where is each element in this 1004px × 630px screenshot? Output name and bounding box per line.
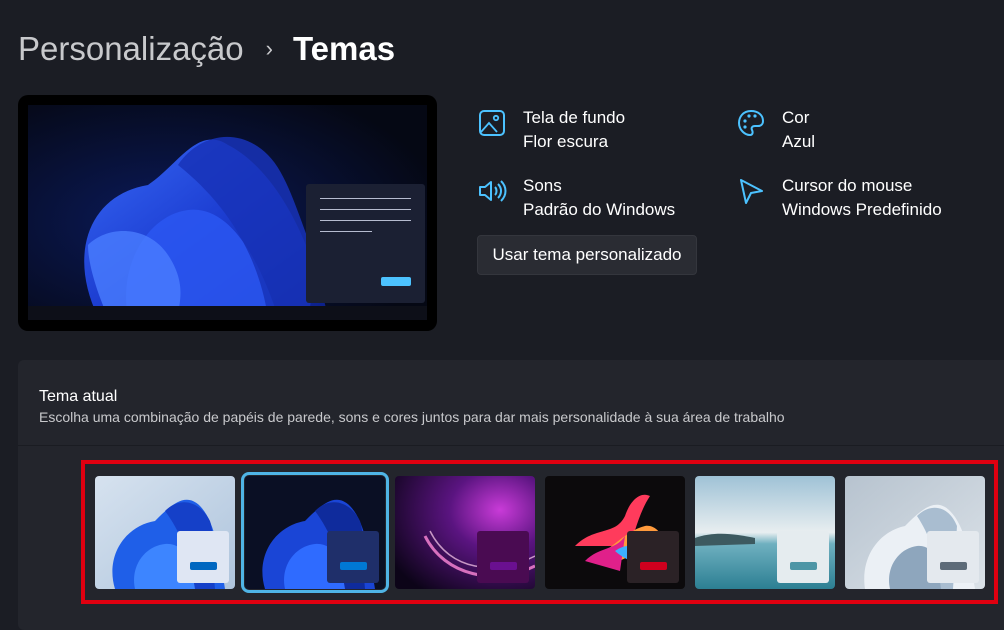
custom-theme-button[interactable]: Usar tema personalizado: [477, 235, 697, 275]
current-theme-title: Tema atual: [39, 388, 118, 405]
color-value: Azul: [782, 132, 816, 151]
cursor-value: Windows Predefinido: [782, 200, 942, 219]
color-label: Cor: [782, 108, 810, 127]
preview-wallpaper: [28, 105, 427, 317]
cursor-icon: [736, 176, 768, 208]
preview-taskbar: [28, 306, 427, 320]
current-theme-subtitle: Escolha uma combinação de papéis de pare…: [39, 409, 785, 425]
palette-icon: [736, 108, 768, 140]
themes-highlight-box: [81, 460, 998, 604]
breadcrumb-parent[interactable]: Personalização: [18, 30, 244, 68]
image-icon: [477, 108, 509, 140]
wallpaper-value: Flor escura: [523, 132, 609, 151]
divider: [18, 445, 1004, 446]
chevron-right-icon: ›: [265, 36, 273, 61]
page-title: Temas: [292, 30, 396, 67]
sounds-setting[interactable]: Sons Padrão do Windows: [477, 174, 675, 222]
sounds-label: Sons: [523, 176, 562, 195]
cursor-label: Cursor do mouse: [782, 176, 913, 195]
theme-preview: [18, 95, 437, 331]
preview-window: [306, 184, 425, 303]
sounds-value: Padrão do Windows: [523, 200, 676, 219]
color-setting[interactable]: Cor Azul: [736, 106, 815, 154]
speaker-icon: [477, 176, 509, 208]
wallpaper-label: Tela de fundo: [523, 108, 626, 127]
wallpaper-setting[interactable]: Tela de fundo Flor escura: [477, 106, 625, 154]
preview-accent-button: [381, 277, 411, 286]
cursor-setting[interactable]: Cursor do mouse Windows Predefinido: [736, 174, 942, 222]
breadcrumb: Personalização › Temas: [18, 30, 395, 68]
